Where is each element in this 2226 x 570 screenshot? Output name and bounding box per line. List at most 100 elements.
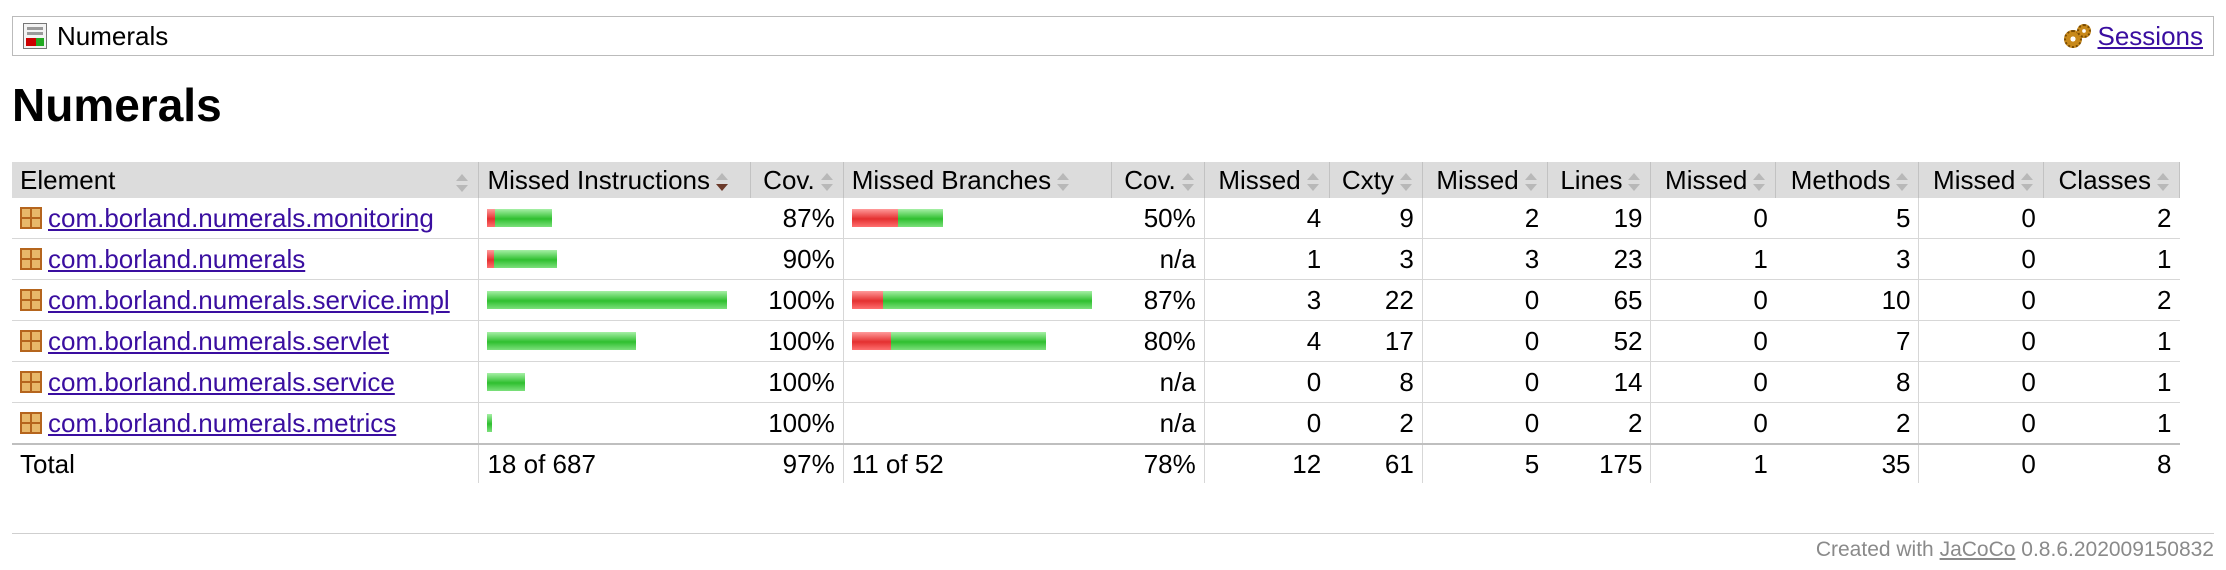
branch-coverage: 80% [1111, 320, 1205, 362]
column-header-missed-branches[interactable]: Missed Branches [843, 162, 1113, 198]
lines: 14 [1547, 361, 1652, 403]
complexity: 9 [1329, 198, 1423, 239]
covered-segment [495, 209, 553, 227]
instruction-coverage: 100% [750, 402, 844, 445]
package-link[interactable]: com.borland.numerals.metrics [48, 408, 396, 439]
footer-prefix: Created with [1815, 538, 1934, 561]
column-header-missed-instructions[interactable]: Missed Instructions [478, 162, 752, 198]
missed-instructions-bar-cell [478, 279, 751, 321]
missed-classes: 0 [1918, 361, 2044, 403]
instruction-coverage: 90% [750, 238, 844, 280]
package-icon [20, 412, 42, 434]
branch-coverage: 50% [1111, 198, 1205, 239]
missed-branches-bar-cell [843, 320, 1112, 362]
missed-methods: 0 [1650, 198, 1776, 239]
sort-icon [1055, 172, 1071, 192]
package-link[interactable]: com.borland.numerals.servlet [48, 326, 389, 357]
column-header-missed-complexity[interactable]: Missed [1204, 162, 1330, 198]
methods: 8 [1775, 361, 1920, 403]
package-link[interactable]: com.borland.numerals.service.impl [48, 285, 450, 316]
element-cell: com.borland.numerals [12, 238, 480, 280]
missed-branches-bar-cell [843, 361, 1112, 403]
missed-lines: 0 [1422, 361, 1548, 403]
branch-coverage-bar [851, 332, 1104, 350]
footer-version: 0.8.6.202009150832 [2021, 538, 2214, 561]
sessions-link[interactable]: Sessions [2098, 21, 2204, 52]
missed-classes: 0 [1918, 198, 2044, 239]
table-row: com.borland.numerals.service 100% n/a 0 8 0 14… [12, 361, 2180, 403]
instruction-coverage-bar [487, 414, 742, 432]
branch-coverage: n/a [1111, 238, 1205, 280]
column-header-methods[interactable]: Methods [1775, 162, 1920, 198]
instruction-coverage-bar [487, 332, 742, 350]
column-header-complexity[interactable]: Cxty [1329, 162, 1423, 198]
package-link[interactable]: com.borland.numerals [48, 244, 305, 275]
complexity: 3 [1329, 238, 1423, 280]
missed-methods: 0 [1650, 361, 1776, 403]
instruction-coverage-bar [487, 250, 742, 268]
package-icon [20, 371, 42, 393]
column-header-lines[interactable]: Lines [1547, 162, 1652, 198]
table-row: com.borland.numerals.metrics 100% n/a 0 2 0 2 0… [12, 402, 2180, 445]
column-header-branch-coverage[interactable]: Cov. [1111, 162, 1205, 198]
column-header-element[interactable]: Element [12, 162, 480, 198]
total-missed-lines: 5 [1422, 443, 1548, 483]
complexity: 17 [1329, 320, 1423, 362]
column-header-classes[interactable]: Classes [2043, 162, 2180, 198]
missed-complexity: 0 [1204, 402, 1330, 445]
footer: Created with JaCoCo 0.8.6.202009150832 [12, 533, 2214, 562]
missed-instructions-bar-cell [478, 320, 751, 362]
sort-descending-icon [714, 172, 730, 192]
instruction-coverage-bar [487, 291, 742, 309]
covered-segment [890, 332, 1046, 350]
breadcrumb: Numerals Sessions [12, 16, 2214, 56]
lines: 23 [1547, 238, 1652, 280]
missed-complexity: 3 [1204, 279, 1330, 321]
missed-classes: 0 [1918, 402, 2044, 445]
jacoco-link[interactable]: JaCoCo [1940, 538, 2016, 561]
column-header-missed-methods[interactable]: Missed [1650, 162, 1777, 198]
element-cell: com.borland.numerals.service.impl [12, 279, 480, 321]
coverage-table: Element Missed Instructions Cov. Missed … [12, 162, 2180, 483]
column-header-missed-lines[interactable]: Missed [1422, 162, 1548, 198]
covered-segment [487, 414, 493, 432]
table-header-row: Element Missed Instructions Cov. Missed … [12, 162, 2180, 198]
gears-icon[interactable] [2062, 23, 2092, 49]
total-missed-classes: 0 [1918, 443, 2044, 483]
column-header-instruction-coverage[interactable]: Cov. [750, 162, 844, 198]
branch-coverage-bar [851, 291, 1104, 309]
instruction-coverage: 87% [750, 198, 844, 239]
total-branch-coverage: 78% [1111, 443, 1205, 483]
package-link[interactable]: com.borland.numerals.service [48, 367, 395, 398]
sort-icon [1626, 172, 1642, 192]
lines: 52 [1547, 320, 1652, 362]
column-header-missed-classes[interactable]: Missed [1918, 162, 2045, 198]
lines: 65 [1547, 279, 1652, 321]
branch-coverage: n/a [1111, 402, 1205, 445]
missed-methods: 0 [1650, 279, 1776, 321]
sort-icon [1398, 172, 1414, 192]
table-row: com.borland.numerals.service.impl 100% 87%… [12, 279, 2180, 321]
element-cell: com.borland.numerals.servlet [12, 320, 480, 362]
total-row: Total 18 of 687 97% 11 of 52 78% 12 61 5… [12, 443, 2180, 483]
covered-segment [487, 332, 637, 350]
missed-instructions-bar-cell [478, 361, 751, 403]
missed-classes: 0 [1918, 320, 2044, 362]
missed-instructions-bar-cell [478, 238, 751, 280]
total-missed-methods: 1 [1650, 443, 1776, 483]
missed-segment [851, 332, 891, 350]
classes: 2 [2043, 198, 2180, 239]
missed-instructions-bar-cell [478, 402, 751, 445]
sort-icon [1751, 172, 1767, 192]
package-link[interactable]: com.borland.numerals.monitoring [48, 203, 434, 234]
missed-lines: 0 [1422, 279, 1548, 321]
methods: 7 [1775, 320, 1920, 362]
total-missed-complexity: 12 [1204, 443, 1330, 483]
missed-segment [487, 209, 496, 227]
table-row: com.borland.numerals 90% n/a 1 3 3 23 1 3 0 1 [12, 238, 2180, 280]
sort-icon [1305, 172, 1321, 192]
missed-methods: 0 [1650, 320, 1776, 362]
sort-icon [819, 172, 835, 192]
sort-icon [454, 173, 470, 193]
methods: 3 [1775, 238, 1920, 280]
